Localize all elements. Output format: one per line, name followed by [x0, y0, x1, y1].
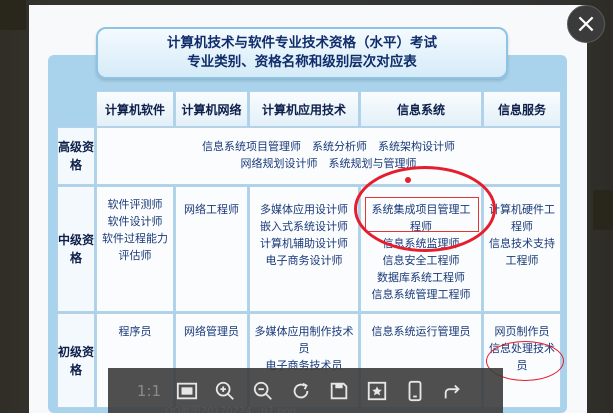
image-viewer-image: 计算机技术与软件专业技术资格（水平）考试 专业类别、资格名称和级别层次对应表 计… — [29, 5, 587, 413]
zoom-out-icon — [253, 381, 272, 400]
middle-application: 多媒体应用设计师 嵌入式系统设计师 计算机辅助设计师 电子商务设计师 — [249, 186, 359, 312]
annotation-oval-large — [354, 166, 496, 252]
rotate-icon — [293, 382, 309, 398]
middle-network: 网络工程师 — [175, 186, 248, 312]
header-info-system: 信息系统 — [360, 91, 482, 127]
senior-line-2: 网络规划设计师 系统规划与管理师 — [240, 157, 417, 170]
header-info-service: 信息服务 — [483, 91, 561, 127]
save-button[interactable] — [320, 374, 358, 408]
annotation-dot — [405, 177, 411, 183]
share-button[interactable] — [434, 374, 472, 408]
fit-screen-icon — [176, 382, 198, 399]
bookmark-button[interactable] — [358, 374, 396, 408]
save-icon — [330, 382, 348, 399]
row-label-middle: 中级资格 — [57, 186, 95, 312]
senior-line-1: 信息系统项目管理师 系统分析师 系统架构设计师 — [202, 140, 455, 153]
header-application: 计算机应用技术 — [249, 91, 359, 127]
header-network: 计算机网络 — [175, 91, 248, 127]
actual-size-button[interactable]: 1:1 — [130, 374, 168, 408]
image-caption: QQ截图20170224...07.png — [165, 406, 297, 413]
senior-cell: 信息系统项目管理师 系统分析师 系统架构设计师 网络规划设计师 系统规划与管理师 — [96, 127, 561, 185]
title-line-1: 计算机技术与软件专业技术资格（水平）考试 — [167, 35, 437, 51]
share-icon — [444, 384, 460, 398]
close-button[interactable]: × — [567, 5, 605, 43]
row-label-senior: 高级资格 — [57, 127, 95, 185]
bookmark-star-icon — [367, 381, 387, 400]
header-software: 计算机软件 — [96, 91, 174, 127]
phone-icon — [408, 380, 422, 401]
row-label-junior: 初级资格 — [57, 313, 95, 408]
zoom-in-icon — [215, 381, 234, 400]
table-title: 计算机技术与软件专业技术资格（水平）考试 专业类别、资格名称和级别层次对应表 — [96, 27, 508, 79]
middle-software: 软件评测师 软件设计师 软件过程能力评估师 — [96, 186, 174, 312]
title-line-2: 专业类别、资格名称和级别层次对应表 — [187, 54, 417, 70]
phone-button[interactable] — [396, 374, 434, 408]
